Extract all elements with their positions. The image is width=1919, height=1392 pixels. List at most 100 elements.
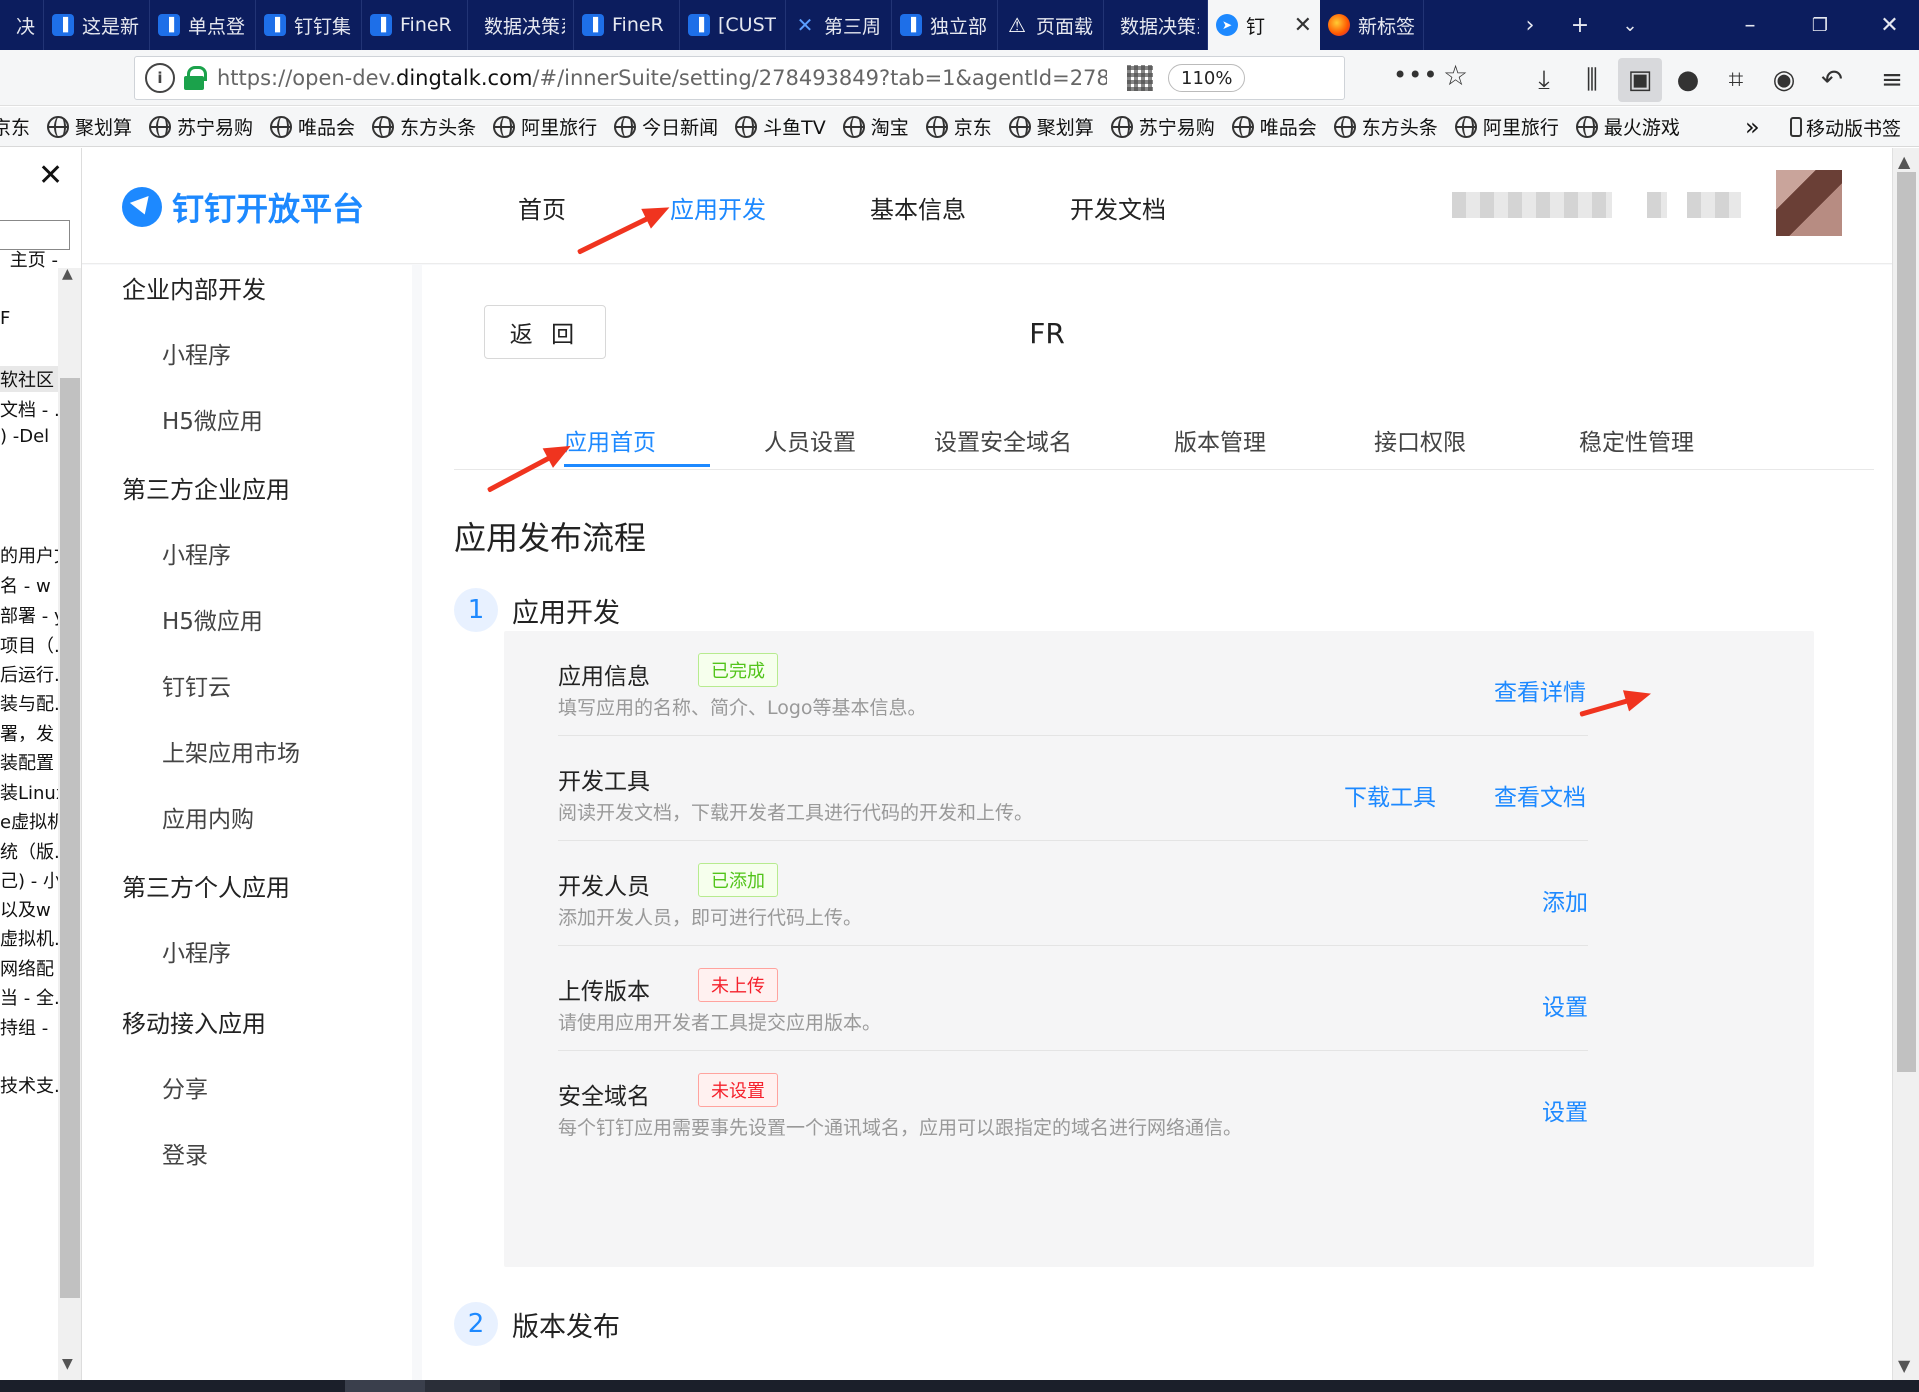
- minimize-window-button[interactable]: –: [1720, 0, 1780, 50]
- browser-tab[interactable]: ▐ 独立部: [892, 0, 998, 50]
- star-icon[interactable]: ☆: [1443, 59, 1468, 92]
- bookmark-item[interactable]: 阿里旅行: [1454, 113, 1559, 140]
- sidebar-item[interactable]: 持组 -: [0, 1014, 58, 1040]
- sidebar-scroll-down-icon[interactable]: ▼: [62, 1356, 73, 1372]
- browser-tab[interactable]: ▐ [CUST: [680, 0, 786, 50]
- crop-icon[interactable]: ⌗: [1714, 58, 1758, 102]
- nav-item[interactable]: 小程序: [162, 336, 231, 370]
- tab-member-settings[interactable]: 人员设置: [764, 423, 856, 457]
- sidebar-item[interactable]: 文档 - .: [0, 396, 58, 422]
- sidebar-item[interactable]: 装与配..: [0, 690, 58, 716]
- bookmark-item[interactable]: 今日新闻: [614, 113, 718, 140]
- reader-view-icon[interactable]: ▣: [1618, 58, 1662, 102]
- nav-group-heading[interactable]: 移动接入应用: [122, 1004, 266, 1039]
- avatar[interactable]: [1776, 170, 1842, 236]
- nav-item[interactable]: H5微应用: [162, 402, 263, 436]
- sidebar-item[interactable]: 项目（..: [0, 632, 58, 658]
- sidebar-item[interactable]: 技术支..: [0, 1072, 58, 1098]
- back-icon[interactable]: ↶: [1810, 58, 1854, 102]
- nav-item[interactable]: 登录: [162, 1136, 208, 1170]
- step-row-action-link[interactable]: 设置: [1542, 1093, 1588, 1127]
- bookmark-item[interactable]: 淘宝: [842, 113, 909, 140]
- sidebar-item[interactable]: e虚拟机: [0, 808, 58, 834]
- sidebar-item[interactable]: 以及w: [0, 896, 58, 922]
- menu-icon[interactable]: ≡: [1870, 58, 1914, 102]
- sidebar-item[interactable]: 网络配: [0, 955, 58, 981]
- bookmark-item[interactable]: 京东: [925, 113, 992, 140]
- taskbar-item[interactable]: [345, 1380, 425, 1392]
- browser-tab[interactable]: ▐ 单点登: [150, 0, 256, 50]
- nav-dev-docs[interactable]: 开发文档: [1070, 190, 1166, 225]
- sidebar-item[interactable]: F: [0, 308, 58, 329]
- close-icon[interactable]: ✕: [38, 158, 63, 193]
- sidebar-item[interactable]: 的用户文: [0, 542, 58, 568]
- browser-tab[interactable]: ▐ 钉钉集: [256, 0, 362, 50]
- step-row-action-link[interactable]: 下载工具: [1344, 778, 1436, 812]
- sidebar-item[interactable]: 己) - 小..: [0, 867, 58, 893]
- browser-tab[interactable]: ▐ 这是新: [44, 0, 150, 50]
- nav-item[interactable]: 上架应用市场: [162, 734, 300, 768]
- qr-code-icon[interactable]: [1127, 65, 1153, 91]
- scroll-down-icon[interactable]: ▼: [1898, 1356, 1910, 1375]
- bookmarks-overflow-icon[interactable]: »: [1745, 107, 1760, 147]
- bookmark-item[interactable]: 斗鱼TV: [735, 113, 826, 140]
- account-icon[interactable]: ●: [1666, 58, 1710, 102]
- browser-tab[interactable]: ⚠ 页面载: [998, 0, 1104, 50]
- sidebar-scrollbar-thumb[interactable]: [60, 378, 80, 1298]
- bookmark-item[interactable]: 阿里旅行: [493, 113, 597, 140]
- close-window-button[interactable]: ✕: [1860, 0, 1919, 50]
- bookmark-item[interactable]: 东方头条: [1333, 113, 1438, 140]
- nav-item[interactable]: 小程序: [162, 536, 231, 570]
- page-scrollbar[interactable]: ▲ ▼: [1892, 148, 1919, 1380]
- bookmark-item[interactable]: 唯品会: [270, 113, 355, 140]
- url-text[interactable]: https://open-dev.dingtalk.com/#/innerSui…: [217, 66, 1107, 90]
- sidebar-item[interactable]: 装配置: [0, 749, 58, 775]
- browser-tab[interactable]: 决: [0, 0, 44, 50]
- zoom-level-badge[interactable]: 110%: [1168, 64, 1246, 92]
- tab-list-dropdown-icon[interactable]: ⌄: [1610, 0, 1650, 50]
- browser-tab[interactable]: ▐ FineR: [574, 0, 680, 50]
- address-bar[interactable]: i https://open-dev.dingtalk.com/#/innerS…: [134, 56, 1468, 100]
- browser-tab[interactable]: 数据决策系: [1104, 0, 1208, 50]
- taskbar-item[interactable]: [425, 1380, 500, 1392]
- close-tab-icon[interactable]: ✕: [1294, 13, 1312, 38]
- tab-api-permissions[interactable]: 接口权限: [1374, 423, 1466, 457]
- nav-item[interactable]: 钉钉云: [162, 668, 231, 702]
- tab-scroll-right-icon[interactable]: ›: [1510, 0, 1550, 50]
- sidebar-item[interactable]: 虚拟机..: [0, 925, 58, 951]
- step-row-action-link[interactable]: 查看文档: [1494, 778, 1586, 812]
- new-tab-button[interactable]: +: [1560, 0, 1600, 50]
- bookmark-item[interactable]: 聚划算: [47, 113, 132, 140]
- sidebar-item[interactable]: 装Linux.: [0, 779, 58, 805]
- mobile-bookmarks[interactable]: 移动版书签: [1790, 107, 1901, 147]
- page-scrollbar-thumb[interactable]: [1897, 172, 1916, 1072]
- scroll-up-icon[interactable]: ▲: [1898, 152, 1910, 171]
- nav-item[interactable]: 应用内购: [162, 800, 254, 834]
- step-row-action-link[interactable]: 添加: [1542, 883, 1588, 917]
- nav-group-heading[interactable]: 企业内部开发: [122, 270, 266, 305]
- nav-app-development[interactable]: 应用开发: [670, 190, 766, 225]
- step-row-action-link[interactable]: 查看详情: [1494, 673, 1586, 707]
- bookmark-item[interactable]: 京东: [0, 113, 30, 140]
- bookmark-item[interactable]: 唯品会: [1231, 113, 1317, 140]
- nav-group-heading[interactable]: 第三方个人应用: [122, 868, 290, 903]
- browser-tab[interactable]: ✕ 第三周: [786, 0, 892, 50]
- sidebar-scroll-up-icon[interactable]: ▲: [62, 266, 73, 282]
- sidebar-item[interactable]: 部署 - y: [0, 602, 58, 628]
- download-icon[interactable]: ⤓: [1522, 58, 1566, 102]
- lock-icon[interactable]: [183, 66, 207, 90]
- sidebar-item[interactable]: 软社区: [0, 366, 58, 392]
- site-logo[interactable]: 钉钉开放平台: [122, 184, 364, 230]
- chat-icon[interactable]: ◉: [1762, 58, 1806, 102]
- bookmark-item[interactable]: 聚划算: [1008, 113, 1094, 140]
- bookmark-item[interactable]: 最火游戏: [1575, 113, 1680, 140]
- sidebar-item[interactable]: ) -Del: [0, 426, 58, 447]
- bookmark-item[interactable]: 东方头条: [372, 113, 476, 140]
- browser-tab[interactable]: ▐ FineR: [362, 0, 468, 50]
- nav-item[interactable]: 分享: [162, 1070, 208, 1104]
- tab-security-domain[interactable]: 设置安全域名: [934, 423, 1072, 457]
- nav-group-heading[interactable]: 第三方企业应用: [122, 470, 290, 505]
- step-row-action-link[interactable]: 设置: [1542, 988, 1588, 1022]
- browser-tab[interactable]: 数据决策系: [468, 0, 574, 50]
- sidebar-item[interactable]: 名 - w: [0, 572, 58, 598]
